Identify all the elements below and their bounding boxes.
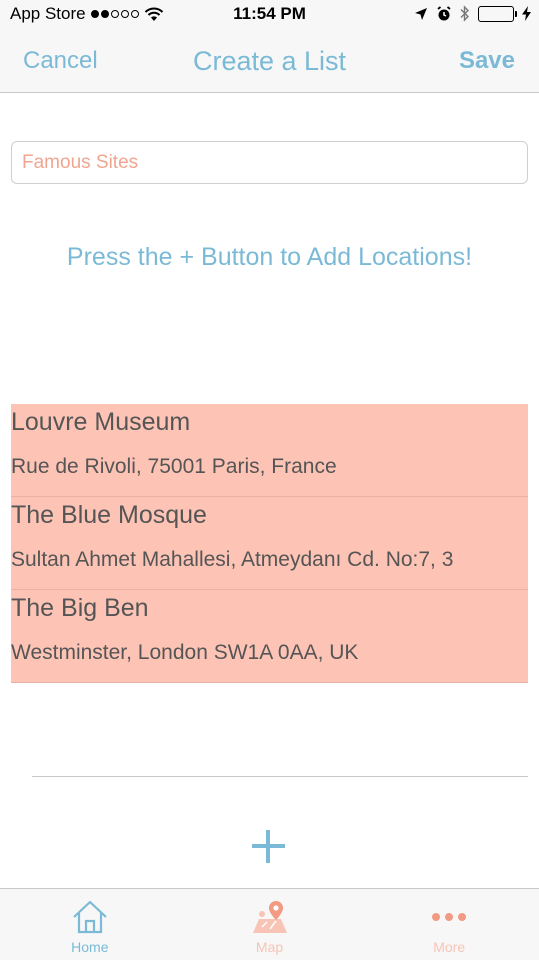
battery-icon: [478, 5, 517, 22]
location-address: Sultan Ahmet Mahallesi, Atmeydanı Cd. No…: [11, 548, 454, 571]
tab-bar: Home Map More: [0, 888, 539, 960]
save-button[interactable]: Save: [459, 47, 515, 75]
divider: [32, 776, 528, 777]
location-name: Louvre Museum: [11, 408, 191, 436]
tab-label: More: [433, 939, 466, 955]
cancel-button[interactable]: Cancel: [23, 47, 98, 75]
tab-map[interactable]: Map: [180, 889, 360, 960]
bluetooth-icon: [460, 5, 469, 22]
status-bar: App Store 11:54 PM: [0, 0, 539, 30]
tab-more[interactable]: More: [359, 889, 539, 960]
navigation-bar: Cancel Create a List Save: [0, 30, 539, 93]
location-address: Westminster, London SW1A 0AA, UK: [11, 641, 359, 664]
map-pin-icon: [252, 901, 287, 933]
add-location-button[interactable]: [244, 822, 292, 870]
more-dots-icon: [432, 913, 467, 921]
list-item[interactable]: The Big Ben Westminster, London SW1A 0AA…: [11, 590, 528, 683]
list-item[interactable]: Louvre Museum Rue de Rivoli, 75001 Paris…: [11, 404, 528, 497]
locations-list: Louvre Museum Rue de Rivoli, 75001 Paris…: [11, 404, 528, 683]
add-locations-hint: Press the + Button to Add Locations!: [66, 243, 473, 271]
tab-label: Map: [255, 939, 284, 955]
home-icon: [73, 900, 107, 934]
status-right: [414, 5, 531, 22]
location-name: The Blue Mosque: [11, 501, 207, 529]
location-address: Rue de Rivoli, 75001 Paris, France: [11, 455, 337, 478]
location-name: The Big Ben: [11, 594, 149, 622]
charging-bolt-icon: [522, 6, 531, 21]
list-name-input[interactable]: [11, 141, 528, 184]
list-item[interactable]: The Blue Mosque Sultan Ahmet Mahallesi, …: [11, 497, 528, 590]
location-arrow-icon: [415, 7, 427, 20]
tab-home[interactable]: Home: [0, 889, 180, 960]
alarm-clock-icon: [437, 5, 451, 20]
tab-label: Home: [71, 939, 109, 955]
